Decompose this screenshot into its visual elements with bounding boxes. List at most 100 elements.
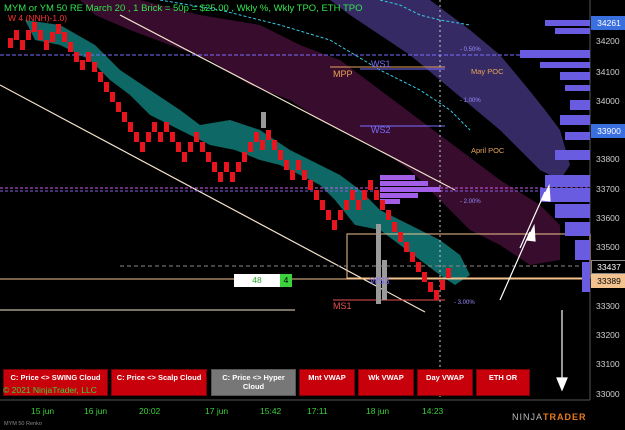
renko-brick [8,38,13,48]
logo-prefix: NINJA [512,412,544,422]
renko-brick [434,290,439,300]
renko-brick [14,30,19,40]
renko-brick [338,210,343,220]
label-april-poc: April POC [471,146,505,155]
renko-brick [428,282,433,292]
renko-brick [62,32,67,42]
renko-brick [176,142,181,152]
scalp-cloud-button[interactable]: C: Price <> Scalp Cloud [111,369,207,396]
label-ws2: WS2 [371,125,391,135]
renko-brick [98,72,103,82]
price-tick: 34100 [596,67,620,77]
renko-brick [386,210,391,220]
counter-badge: 4 [280,274,292,287]
price-tick: 33300 [596,301,620,311]
renko-brick [284,160,289,170]
renko-brick [350,190,355,200]
renko-brick [146,132,151,142]
time-tick: 15 jun [31,406,55,416]
logo-suffix: TRADER [543,412,587,422]
renko-brick [182,152,187,162]
renko-brick [266,130,271,140]
label-may-poc: May POC [471,67,504,76]
instrument-footer: MYM 50 Renko [4,421,42,427]
renko-brick [422,272,427,282]
renko-brick [242,152,247,162]
renko-brick [392,222,397,232]
renko-brick [230,172,235,182]
gray-candle [376,224,381,304]
day-vwap-button[interactable]: Day VWAP [417,369,473,396]
label-300: - 3.00% [454,300,475,306]
renko-brick [302,170,307,180]
renko-brick [56,24,61,34]
monthly-vwap-button[interactable]: Mnt VWAP [299,369,355,396]
renko-brick [218,172,223,182]
renko-brick [92,62,97,72]
price-badge-current: 33389 [591,274,625,288]
label-ws1: WS1 [371,59,391,69]
renko-brick [296,160,301,170]
renko-brick [308,180,313,190]
renko-brick [380,200,385,210]
label-200: - 2.00% [460,199,481,205]
renko-brick [416,262,421,272]
renko-brick [32,22,37,32]
counter-box: 48 [234,274,280,287]
renko-brick [374,190,379,200]
renko-brick [104,82,109,92]
renko-brick [158,132,163,142]
weekly-vwap-button[interactable]: Wk VWAP [358,369,414,396]
eth-or-button[interactable]: ETH OR [476,369,530,396]
price-tick: 33100 [596,359,620,369]
price-tick: 33200 [596,330,620,340]
renko-brick [164,122,169,132]
renko-brick [272,140,277,150]
renko-brick [440,280,445,290]
time-tick: 16 jun [84,406,108,416]
price-badge-mid: 33900 [591,124,625,138]
renko-brick [116,102,121,112]
renko-brick [20,40,25,50]
swing-cloud [80,0,560,265]
price-tick: 33700 [596,184,620,194]
renko-brick [278,150,283,160]
gray-candle [261,112,266,128]
renko-brick [86,52,91,62]
time-tick: 14:23 [422,406,444,416]
time-tick: 15:42 [260,406,282,416]
renko-brick [188,142,193,152]
renko-brick [326,210,331,220]
label-100: - 1.00% [460,98,481,104]
renko-brick [80,60,85,70]
renko-brick [68,42,73,52]
price-badge-high: 34261 [591,16,625,30]
renko-brick [332,220,337,230]
time-tick: 17:11 [307,406,328,416]
renko-brick [290,170,295,180]
renko-brick [212,162,217,172]
renko-brick [410,252,415,262]
renko-brick [170,132,175,142]
renko-brick [134,132,139,142]
renko-brick [446,268,451,278]
renko-brick [44,40,49,50]
renko-chart[interactable] [0,0,625,430]
price-tick: 33800 [596,154,620,164]
copyright: © 2021 NinjaTrader, LLC [3,385,97,395]
time-tick: 18 jun [366,406,390,416]
renko-brick [38,30,43,40]
renko-brick [50,32,55,42]
renko-brick [110,92,115,102]
renko-brick [200,142,205,152]
renko-brick [26,30,31,40]
renko-brick [356,200,361,210]
renko-brick [74,52,79,62]
hyper-cloud-button[interactable]: C: Price <> Hyper Cloud [211,369,296,396]
renko-brick [248,142,253,152]
label-ms1: MS1 [333,301,352,311]
renko-brick [362,190,367,200]
time-tick: 20:02 [139,406,161,416]
renko-brick [206,152,211,162]
chart-subtitle: W 4 (NNH)-1.0) [8,13,68,23]
